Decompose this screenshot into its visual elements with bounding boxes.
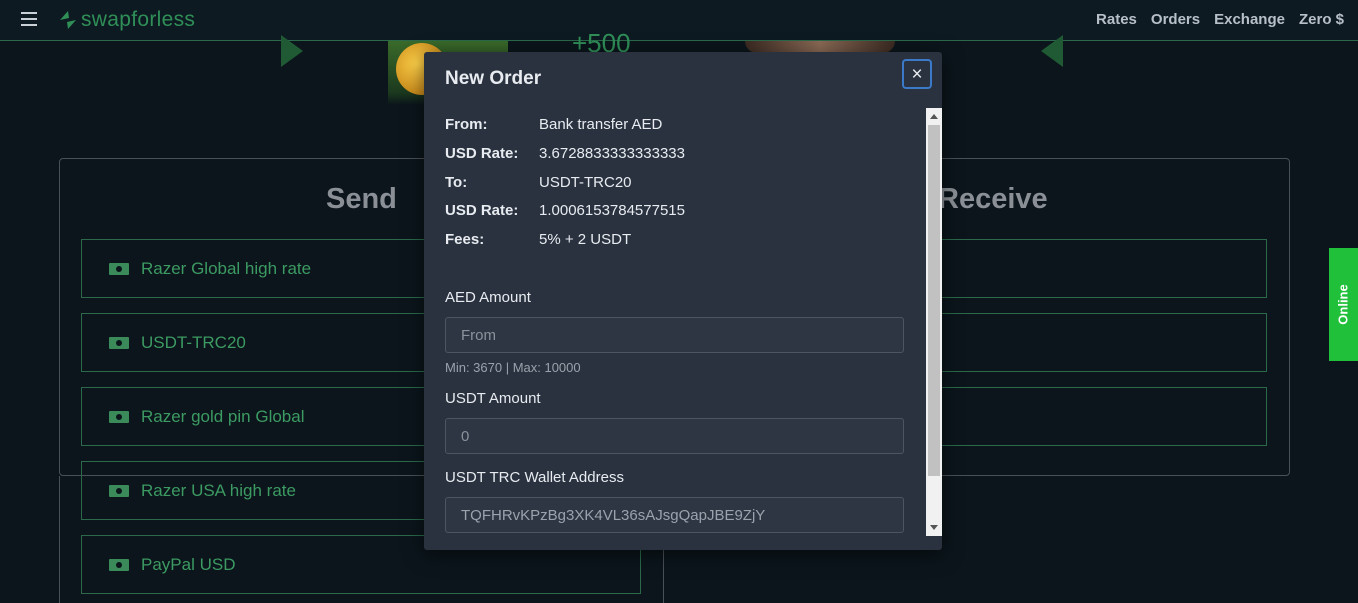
scroll-down-arrow-icon[interactable] [926, 522, 942, 534]
nav-exchange[interactable]: Exchange [1214, 11, 1285, 28]
money-icon [109, 262, 129, 275]
scroll-up-arrow-icon[interactable] [926, 110, 942, 122]
nav-rates[interactable]: Rates [1096, 11, 1137, 28]
send-heading: Send [326, 183, 397, 215]
scroll-thumb[interactable] [928, 125, 940, 476]
send-item-label: Razer USA high rate [141, 480, 296, 500]
info-key: To: [445, 174, 468, 191]
info-key: From: [445, 116, 488, 133]
wallet-address-label: USDT TRC Wallet Address [445, 469, 624, 486]
logo[interactable]: swapforless [57, 7, 195, 33]
send-item-label: Razer gold pin Global [141, 406, 305, 426]
money-icon [109, 484, 129, 497]
modal-title: New Order [445, 68, 542, 89]
send-item-label: USDT-TRC20 [141, 332, 246, 352]
money-icon [109, 336, 129, 349]
modal-scrollbar[interactable] [926, 108, 942, 536]
new-order-modal: New Order × From: Bank transfer AED USD … [424, 52, 942, 550]
send-item-label: PayPal USD [141, 554, 236, 574]
close-icon: × [911, 63, 923, 85]
online-label: Online [1336, 284, 1352, 325]
info-key: USD Rate: [445, 202, 519, 219]
info-value: 3.6728833333333333 [539, 145, 685, 162]
banner-next-arrow-icon[interactable] [1041, 35, 1063, 67]
nav-orders[interactable]: Orders [1151, 11, 1200, 28]
logo-text: swapforless [81, 8, 196, 31]
wallet-address-input[interactable] [445, 497, 904, 533]
nav-links: Rates Orders Exchange Zero $ [1096, 11, 1344, 28]
info-value: 1.0006153784577515 [539, 202, 685, 219]
receive-heading: Receive [938, 183, 1048, 215]
usdt-amount-input[interactable] [445, 418, 904, 454]
money-icon [109, 558, 129, 571]
modal-body: From: Bank transfer AED USD Rate: 3.6728… [424, 108, 924, 536]
send-item-label: Razer Global high rate [141, 258, 312, 278]
aed-amount-hint: Min: 3670 | Max: 10000 [445, 360, 581, 375]
info-value: USDT-TRC20 [539, 174, 632, 191]
hamburger-menu-icon[interactable] [21, 12, 37, 26]
receive-item[interactable] [930, 313, 1267, 372]
banner-prev-arrow-icon[interactable] [281, 35, 303, 67]
receive-item[interactable] [930, 239, 1267, 298]
online-status-tab[interactable]: Online [1329, 248, 1358, 361]
usdt-amount-label: USDT Amount [445, 390, 541, 407]
info-value: 5% + 2 USDT [539, 231, 632, 248]
info-key: USD Rate: [445, 145, 519, 162]
aed-amount-input[interactable] [445, 317, 904, 353]
nav-zero[interactable]: Zero $ [1299, 11, 1344, 28]
receive-item[interactable] [930, 387, 1267, 446]
top-navbar: swapforless Rates Orders Exchange Zero $ [0, 0, 1358, 41]
money-icon [109, 410, 129, 423]
close-button[interactable]: × [902, 59, 932, 89]
info-value: Bank transfer AED [539, 116, 663, 133]
divider [59, 476, 60, 603]
info-key: Fees: [445, 231, 485, 248]
logo-mark-icon [60, 11, 76, 29]
aed-amount-label: AED Amount [445, 289, 531, 306]
